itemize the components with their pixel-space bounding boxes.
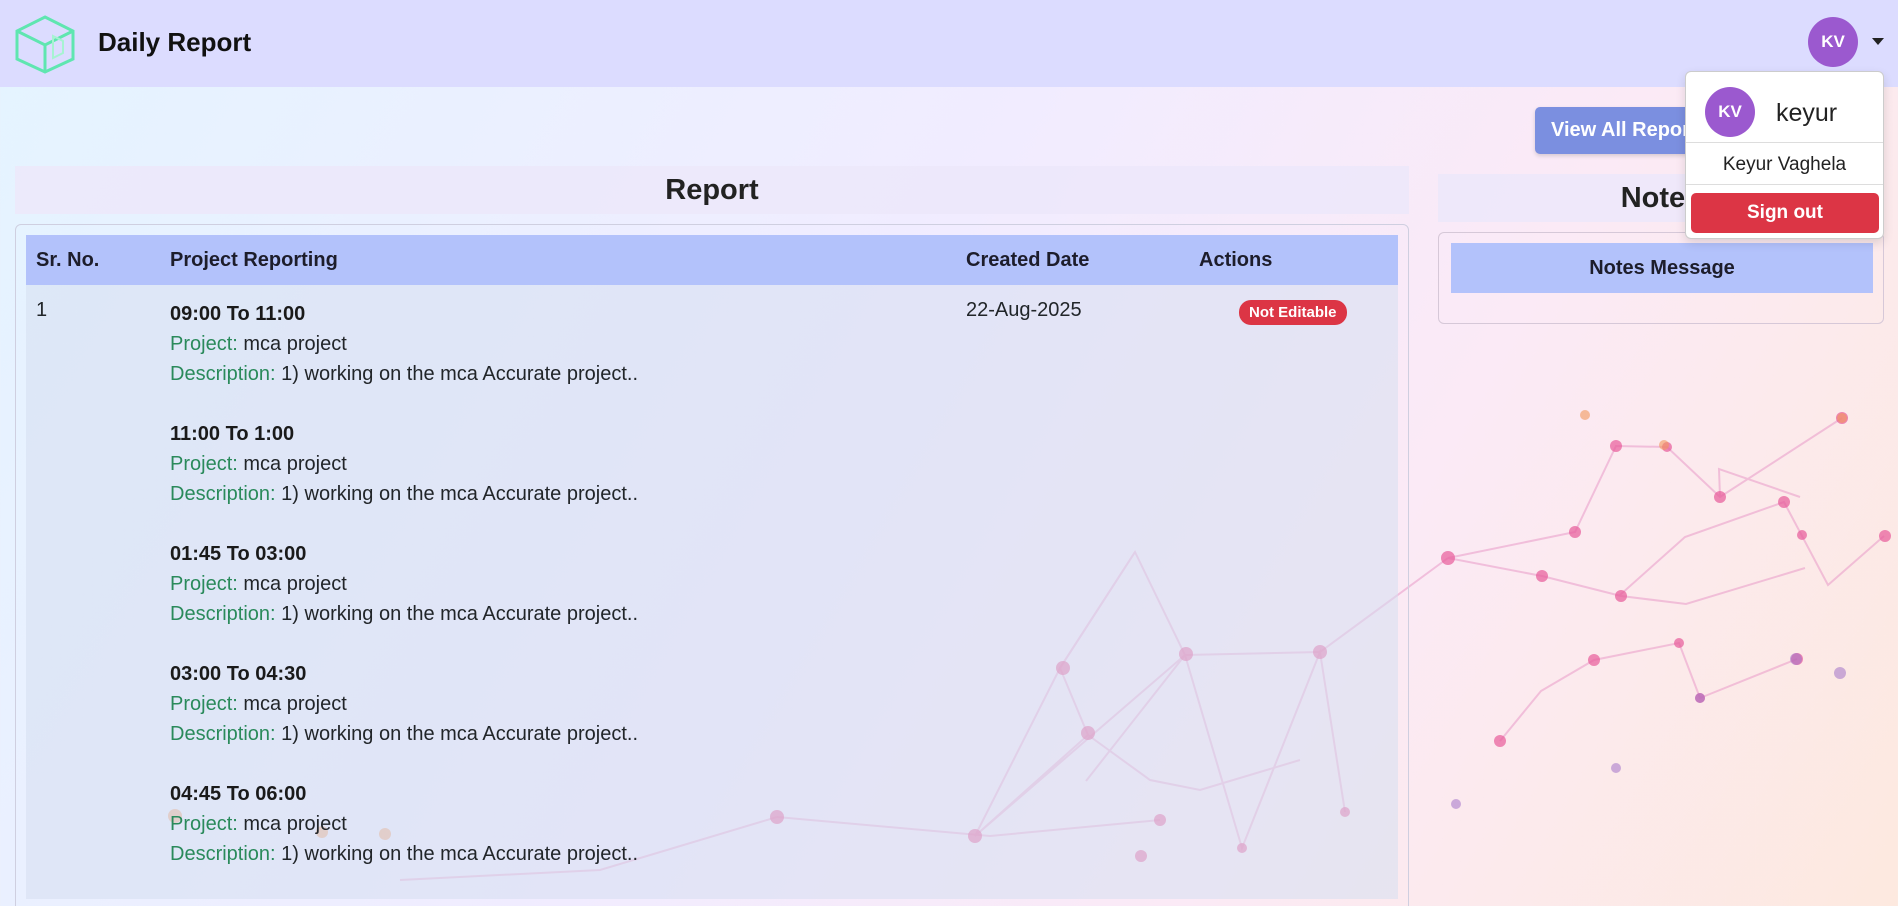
- entry-time: 09:00 To 11:00: [170, 303, 306, 325]
- entry-time: 04:45 To 06:00: [170, 783, 307, 805]
- description-label: Description:: [170, 363, 276, 385]
- report-table-container: Sr. No. Project Reporting Created Date A…: [15, 224, 1409, 906]
- description-label: Description:: [170, 843, 276, 865]
- project-label: Project:: [170, 573, 238, 595]
- project-value: mca project: [243, 453, 347, 475]
- project-label: Project:: [170, 813, 238, 835]
- dropdown-full-name[interactable]: Keyur Vaghela: [1686, 154, 1883, 176]
- project-value: mca project: [243, 333, 347, 355]
- entry-time: 11:00 To 1:00: [170, 423, 295, 445]
- sr-no-cell: 1: [36, 299, 48, 321]
- dropdown-divider: [1686, 142, 1883, 143]
- description-value: 1) working on the mca Accurate project..: [281, 723, 639, 745]
- description-value: 1) working on the mca Accurate project..: [281, 843, 639, 865]
- dropdown-divider: [1686, 184, 1883, 185]
- report-entry: 09:00 To 11:00 Project: mca project Desc…: [170, 299, 946, 389]
- column-header-actions: Actions: [1199, 248, 1273, 271]
- top-navbar: Daily Report KV: [0, 0, 1898, 87]
- cube-logo-icon[interactable]: [13, 14, 77, 74]
- report-title-bar: Report: [15, 166, 1409, 214]
- created-date-cell: 22-Aug-2025: [966, 299, 1082, 321]
- table-row: 1 09:00 To 11:00 Project: mca project De…: [26, 285, 1398, 899]
- table-header-row: Sr. No. Project Reporting Created Date A…: [26, 235, 1398, 285]
- app-title[interactable]: Daily Report: [98, 27, 251, 58]
- description-value: 1) working on the mca Accurate project..: [281, 603, 639, 625]
- project-reporting-cell: 09:00 To 11:00 Project: mca project Desc…: [160, 285, 956, 899]
- description-label: Description:: [170, 603, 276, 625]
- project-label: Project:: [170, 333, 238, 355]
- user-avatar-button[interactable]: KV: [1808, 17, 1858, 67]
- description-label: Description:: [170, 483, 276, 505]
- actions-cell: Not Editable: [1189, 285, 1398, 899]
- dropdown-avatar: KV: [1705, 87, 1755, 137]
- project-value: mca project: [243, 573, 347, 595]
- description-label: Description:: [170, 723, 276, 745]
- column-header-notes-message: Notes Message: [1451, 243, 1873, 293]
- column-header-created-date: Created Date: [966, 248, 1090, 271]
- project-label: Project:: [170, 693, 238, 715]
- entry-time: 03:00 To 04:30: [170, 663, 307, 685]
- project-value: mca project: [243, 693, 347, 715]
- description-value: 1) working on the mca Accurate project..: [281, 363, 639, 385]
- project-value: mca project: [243, 813, 347, 835]
- not-editable-badge: Not Editable: [1239, 300, 1347, 325]
- user-dropdown-menu: KV keyur Keyur Vaghela Sign out: [1685, 71, 1884, 239]
- chevron-down-icon[interactable]: [1872, 38, 1884, 45]
- report-entry: 04:45 To 06:00 Project: mca project Desc…: [170, 779, 946, 869]
- report-entry: 11:00 To 1:00 Project: mca project Descr…: [170, 419, 946, 509]
- report-entry: 01:45 To 03:00 Project: mca project Desc…: [170, 539, 946, 629]
- entry-time: 01:45 To 03:00: [170, 543, 307, 565]
- report-table: Sr. No. Project Reporting Created Date A…: [26, 235, 1398, 899]
- dropdown-username: keyur: [1776, 99, 1838, 127]
- column-header-project-reporting: Project Reporting: [170, 248, 338, 271]
- sign-out-button[interactable]: Sign out: [1691, 193, 1879, 233]
- notes-table-container: Notes Message: [1438, 232, 1884, 324]
- column-header-sr-no: Sr. No.: [36, 248, 100, 271]
- report-entry: 03:00 To 04:30 Project: mca project Desc…: [170, 659, 946, 749]
- report-title: Report: [665, 173, 759, 206]
- project-label: Project:: [170, 453, 238, 475]
- description-value: 1) working on the mca Accurate project..: [281, 483, 639, 505]
